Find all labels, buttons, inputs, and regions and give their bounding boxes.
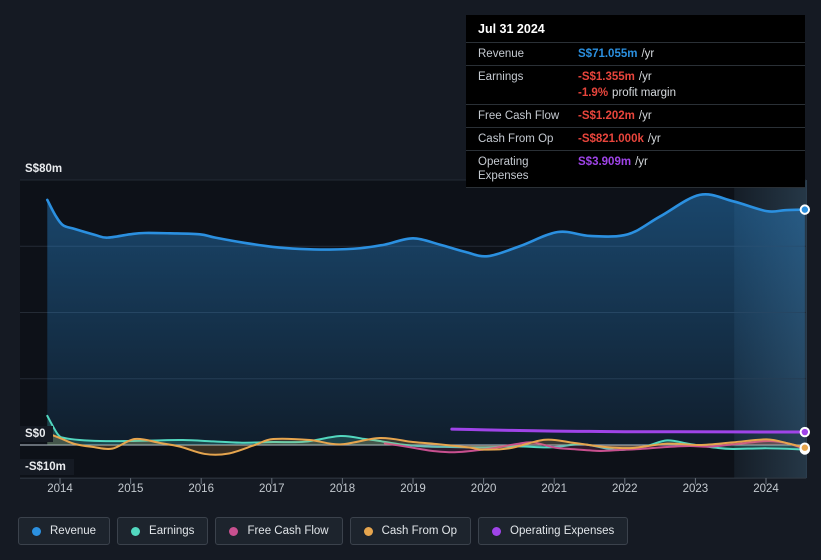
- tooltip-value: -S$1.355m/yr: [578, 71, 652, 83]
- x-axis-label-2020: 2020: [470, 483, 497, 495]
- tooltip-label: Free Cash Flow: [478, 110, 560, 122]
- y-axis-label: S$0: [20, 426, 54, 442]
- x-axis-label-2015: 2015: [117, 483, 144, 495]
- x-axis-label-2018: 2018: [329, 483, 356, 495]
- tooltip-value: S$71.055m/yr: [578, 48, 655, 60]
- cash-from-op-dot-icon: [363, 526, 373, 536]
- x-axis-label-2017: 2017: [259, 483, 285, 495]
- financials-chart-widget: S$80m S$0 -S$10m 2014 2015 2016 2017 2018 2019 2…: [0, 0, 821, 560]
- tooltip-label: Operating Expenses: [478, 156, 529, 182]
- legend-item-earnings[interactable]: Earnings: [117, 517, 209, 545]
- free-cash-flow-dot-icon: [229, 526, 239, 536]
- tooltip-row-free-cash-flow: Free Cash Flow -S$1.202m/yr: [466, 104, 805, 127]
- x-axis-label-2022: 2022: [612, 483, 638, 495]
- legend-item-operating-expenses[interactable]: Operating Expenses: [478, 517, 629, 545]
- x-axis-label-2019: 2019: [400, 483, 426, 495]
- legend-label: Earnings: [149, 525, 195, 537]
- tooltip-row-revenue: Revenue S$71.055m/yr: [466, 42, 805, 65]
- legend-item-free-cash-flow[interactable]: Free Cash Flow: [215, 517, 343, 545]
- legend-item-cash-from-op[interactable]: Cash From Op: [349, 517, 472, 545]
- legend-item-revenue[interactable]: Revenue: [18, 517, 111, 545]
- chart-legend: Revenue Earnings Free Cash Flow Cash Fro…: [18, 517, 629, 545]
- tooltip-value: -S$1.202m/yr: [578, 110, 652, 122]
- earnings-dot-icon: [131, 526, 141, 536]
- tooltip-row-operating-expenses: Operating Expenses S$3.909m/yr: [466, 150, 805, 188]
- revenue-dot-icon: [32, 526, 41, 536]
- x-axis-label-2024: 2024: [753, 483, 779, 495]
- tooltip-row-cash-from-op: Cash From Op -S$821.000k/yr: [466, 127, 805, 150]
- tooltip-label: Revenue: [478, 48, 525, 60]
- tooltip-profit-margin: -1.9% profit margin: [578, 87, 676, 99]
- tooltip-label: Cash From Op: [478, 133, 554, 145]
- y-axis-label: -S$10m: [20, 459, 74, 476]
- x-axis-label-2023: 2023: [682, 483, 709, 495]
- x-axis-label-2021: 2021: [541, 483, 567, 495]
- tooltip-value: S$3.909m/yr: [578, 156, 648, 168]
- legend-label: Operating Expenses: [510, 525, 615, 537]
- legend-label: Free Cash Flow: [247, 525, 329, 537]
- tooltip-date: Jul 31 2024: [478, 22, 545, 36]
- legend-label: Revenue: [50, 525, 97, 537]
- tooltip-value: -S$821.000k/yr: [578, 133, 661, 145]
- y-axis-label: S$80m: [20, 161, 71, 177]
- x-axis-label-2014: 2014: [47, 483, 73, 495]
- x-axis-label-2016: 2016: [188, 483, 214, 495]
- legend-label: Cash From Op: [381, 525, 458, 537]
- tooltip-row-earnings: Earnings -S$1.355m/yr -1.9% profit margin: [466, 65, 805, 104]
- tooltip-label: Earnings: [478, 71, 524, 83]
- chart-tooltip: Jul 31 2024 Revenue S$71.055m/yr Earning…: [466, 15, 805, 188]
- operating-expenses-dot-icon: [492, 526, 502, 536]
